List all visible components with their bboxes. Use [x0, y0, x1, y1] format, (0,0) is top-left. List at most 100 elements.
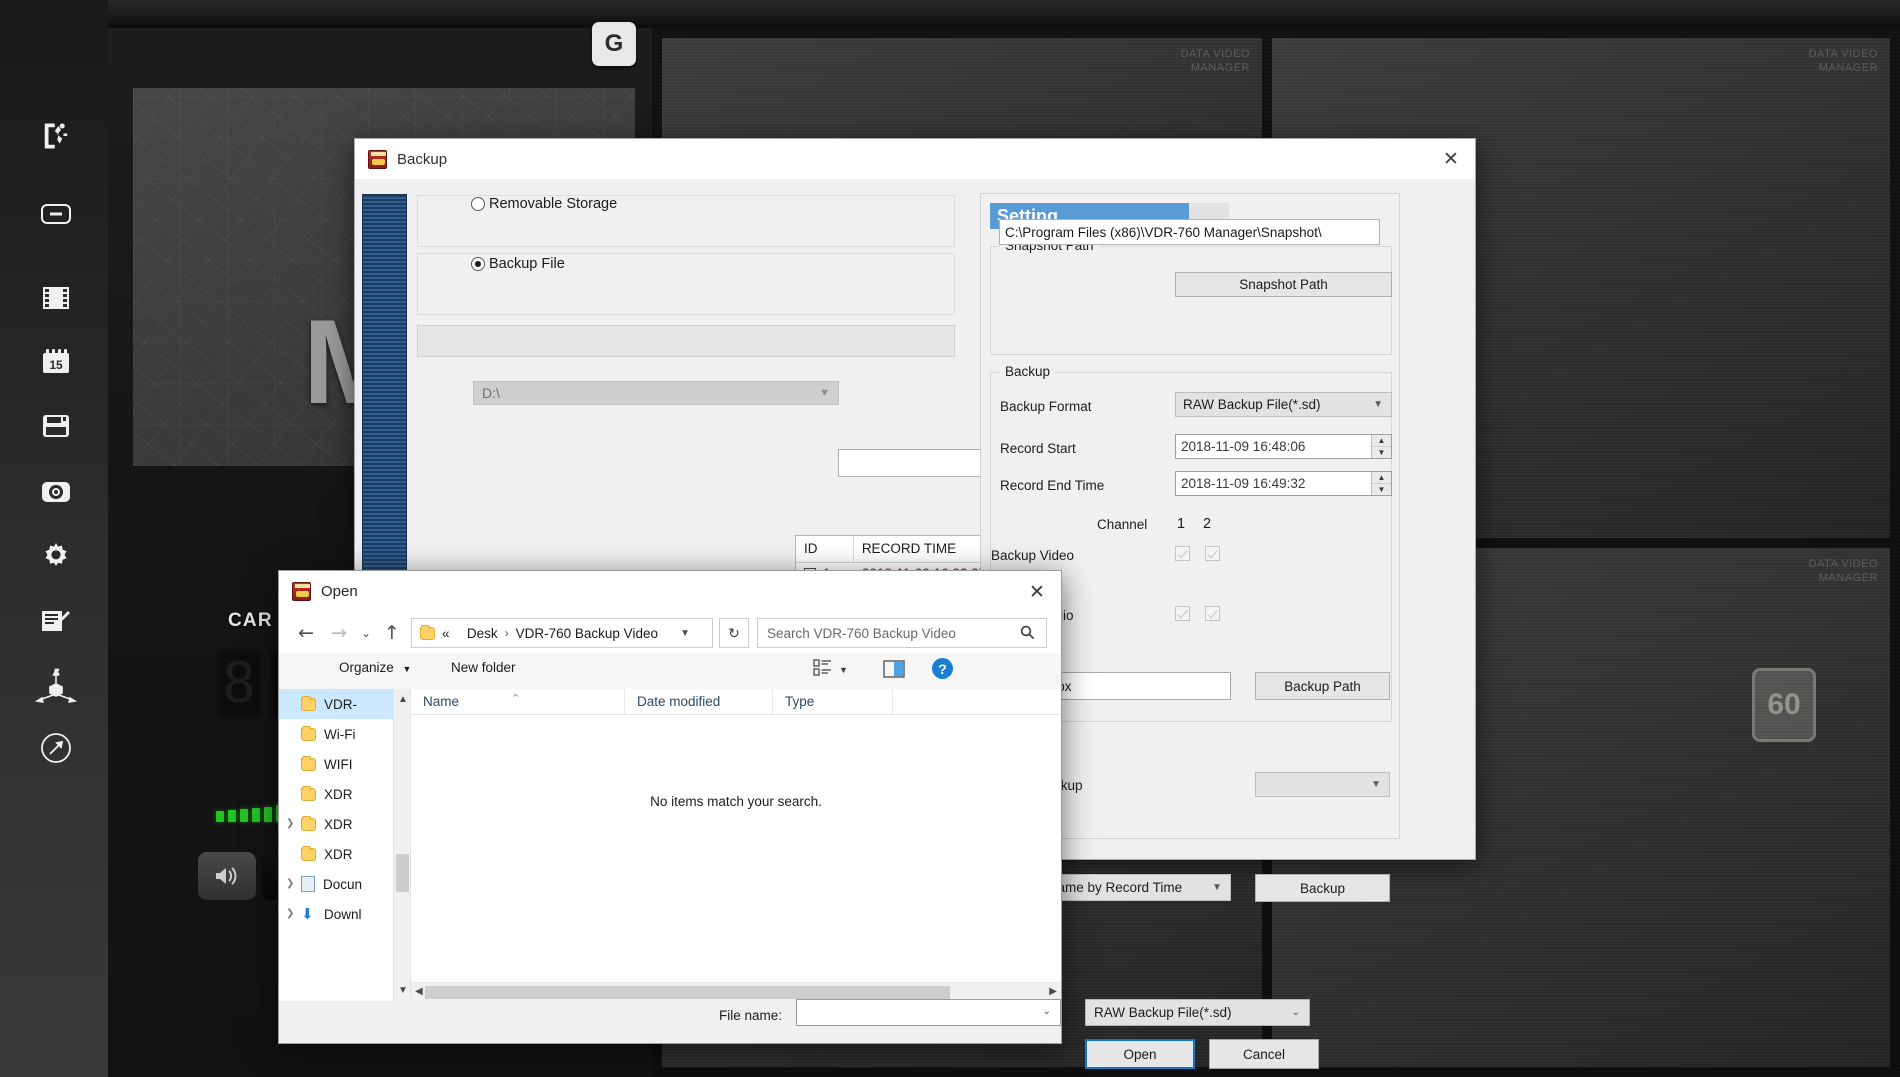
file-name-input[interactable]: ⌄	[796, 999, 1061, 1026]
search-input[interactable]: Search VDR-760 Backup Video	[757, 618, 1047, 648]
view-options-button[interactable]: ▼	[813, 659, 848, 681]
tree-item[interactable]: ❯ XDR	[279, 809, 410, 839]
open-dialog-toolbar: Organize ▼ New folder ▼ ?	[279, 654, 1061, 689]
backup-button[interactable]: Backup	[1255, 874, 1390, 902]
breadcrumb-part-1[interactable]: VDR-760 Backup Video	[516, 626, 658, 641]
calendar-icon[interactable]: 15	[30, 336, 82, 388]
column-header-name[interactable]: Name ⌃	[411, 688, 625, 715]
tree-scrollbar[interactable]: ▲ ▼	[393, 689, 410, 1001]
column-header-type[interactable]: Type	[773, 688, 893, 715]
tree-item-label: XDR	[324, 846, 353, 862]
search-icon[interactable]	[1020, 625, 1035, 644]
axis-3d-icon[interactable]: Z	[30, 660, 82, 712]
spinner-down-icon[interactable]: ▼	[1372, 484, 1391, 495]
refresh-icon[interactable]: ↻	[719, 618, 749, 648]
tree-item[interactable]: WIFI	[279, 749, 410, 779]
scrollbar-thumb[interactable]	[396, 854, 409, 892]
tree-item-label: VDR-	[324, 696, 357, 712]
forward-icon[interactable]: →	[326, 621, 352, 645]
save-disk-icon[interactable]	[30, 400, 82, 452]
backup-group-legend: Backup	[1000, 364, 1056, 379]
new-folder-button[interactable]: New folder	[451, 660, 516, 675]
app-top-bar	[0, 0, 1900, 28]
breadcrumb-prefix: «	[442, 625, 450, 641]
open-button[interactable]: Open	[1085, 1039, 1195, 1069]
scroll-down-icon[interactable]: ▼	[398, 985, 408, 996]
column-header-date-modified[interactable]: Date modified	[625, 688, 773, 715]
back-icon[interactable]: ←	[293, 621, 319, 645]
cancel-button[interactable]: Cancel	[1209, 1039, 1319, 1069]
file-type-select[interactable]: RAW Backup File(*.sd) ⌄	[1085, 999, 1310, 1026]
chevron-right-icon[interactable]: ❯	[286, 878, 294, 889]
preview-pane-button[interactable]	[883, 660, 905, 683]
scroll-right-icon[interactable]: ▶	[1049, 986, 1057, 997]
tree-item[interactable]: ❯ Docun	[279, 869, 410, 899]
breadcrumb-part-0[interactable]: Desk	[467, 626, 498, 641]
speaker-on-icon[interactable]	[198, 852, 256, 900]
open-dialog-title-bar[interactable]: Open	[279, 571, 1061, 612]
folder-icon	[301, 785, 316, 801]
backup-path-button[interactable]: Backup Path	[1255, 672, 1390, 700]
edit-note-icon[interactable]	[30, 596, 82, 648]
help-icon[interactable]: ?	[932, 658, 953, 679]
backup-app-icon	[368, 149, 387, 169]
gear-icon[interactable]	[30, 530, 82, 582]
file-list-pane[interactable]: Name ⌃ Date modified Type No items match…	[411, 688, 1061, 1001]
spinner-buttons[interactable]: ▲ ▼	[1371, 435, 1391, 458]
film-strip-icon[interactable]	[30, 272, 82, 324]
removable-storage-label: Removable Storage	[489, 196, 618, 212]
tree-item[interactable]: Wi-Fi	[279, 719, 410, 749]
tree-item-label: WIFI	[324, 756, 353, 772]
folder-icon	[301, 695, 316, 711]
close-icon[interactable]: ✕	[1427, 139, 1475, 179]
folder-icon	[301, 815, 316, 831]
app-logo[interactable]: G	[592, 22, 636, 66]
chevron-down-icon: ▼	[1373, 399, 1383, 410]
snapshot-path-button[interactable]: Snapshot Path	[1175, 272, 1392, 297]
chevron-down-icon: ▼	[839, 665, 848, 675]
spinner-up-icon[interactable]: ▲	[1372, 472, 1391, 484]
spinner-up-icon[interactable]: ▲	[1372, 435, 1391, 447]
spinner-down-icon[interactable]: ▼	[1372, 447, 1391, 458]
compass-icon[interactable]	[30, 722, 82, 774]
scroll-up-icon[interactable]: ▲	[398, 694, 408, 705]
minus-box-icon[interactable]	[30, 188, 82, 240]
organize-label: Organize	[339, 660, 394, 675]
svg-text:Z: Z	[55, 670, 59, 676]
snapshot-path-input[interactable]: C:\Program Files (x86)\VDR-760 Manager\S…	[999, 219, 1380, 245]
channel-number-2: 2	[1203, 516, 1212, 532]
navigation-tree[interactable]: VDR- Wi-Fi WIFI XDR ❯ XDR XDR ❯ Docun ❯ ⬇ Downl…	[279, 689, 411, 1001]
backup-file-label: Backup File	[489, 256, 565, 272]
removable-drive-select[interactable]: D:\ ▼	[473, 381, 839, 405]
open-dialog-title: Open	[321, 583, 358, 600]
exit-icon[interactable]	[30, 110, 82, 162]
tree-item[interactable]: XDR	[279, 839, 410, 869]
record-start-spinner[interactable]: 2018-11-09 16:48:06 ▲ ▼	[1175, 434, 1392, 459]
scroll-left-icon[interactable]: ◀	[415, 986, 423, 997]
spinner-buttons[interactable]: ▲ ▼	[1371, 472, 1391, 495]
all-day-backup-select[interactable]: ▼	[1255, 772, 1390, 797]
tree-item[interactable]: ❯ ⬇ Downl	[279, 899, 410, 929]
chevron-down-icon[interactable]: ▼	[680, 628, 690, 639]
camera-icon[interactable]	[30, 466, 82, 518]
chevron-down-icon[interactable]: ⌄	[1043, 1006, 1051, 1017]
close-icon[interactable]: ✕	[1013, 571, 1061, 612]
tree-item[interactable]: XDR	[279, 779, 410, 809]
up-one-level-icon[interactable]: ↑	[379, 621, 405, 645]
scrollbar-thumb[interactable]	[425, 986, 950, 999]
removable-storage-radio[interactable]: Removable Storage	[471, 196, 617, 212]
breadcrumb[interactable]: « Desk › VDR-760 Backup Video ▼	[411, 618, 713, 648]
recent-locations-icon[interactable]: ⌄	[353, 621, 379, 645]
sort-ascending-icon: ⌃	[511, 692, 521, 705]
record-start-value: 2018-11-09 16:48:06	[1181, 439, 1306, 454]
tree-item[interactable]: VDR-	[279, 689, 410, 719]
chevron-right-icon[interactable]: ❯	[286, 908, 294, 919]
record-end-spinner[interactable]: 2018-11-09 16:49:32 ▲ ▼	[1175, 471, 1392, 496]
backup-format-select[interactable]: RAW Backup File(*.sd) ▼	[1175, 392, 1392, 417]
video-watermark: DATA VIDEOMANAGER	[1808, 558, 1878, 584]
backup-file-radio[interactable]: Backup File	[471, 256, 565, 272]
organize-button[interactable]: Organize ▼	[339, 660, 411, 675]
chevron-right-icon[interactable]: ❯	[286, 818, 294, 829]
backup-title-bar[interactable]: Backup	[355, 139, 1475, 179]
column-header-id[interactable]: ID	[796, 536, 854, 563]
